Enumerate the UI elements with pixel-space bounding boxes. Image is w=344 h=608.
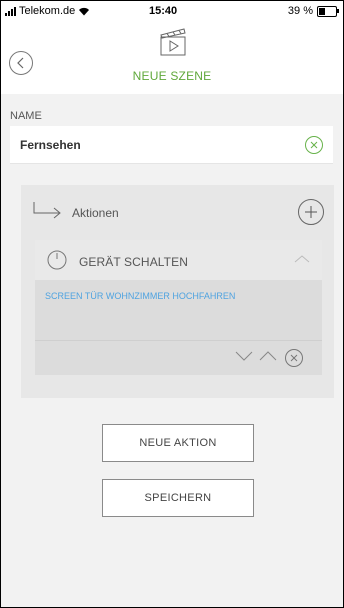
name-label: NAME [10, 110, 42, 122]
new-action-button[interactable]: NEUE AKTION [102, 424, 254, 462]
clear-name-button[interactable] [305, 136, 323, 154]
battery-percent: 39 % [287, 5, 313, 17]
page-title: NEUE SZENE [132, 69, 212, 83]
signal-icon [5, 6, 16, 16]
arrow-right-icon [33, 202, 61, 219]
chevron-up-icon[interactable] [294, 254, 310, 264]
chevron-left-icon [17, 57, 24, 69]
wifi-icon [79, 7, 90, 15]
action-card-header[interactable]: GERÄT SCHALTEN [35, 240, 322, 280]
action-description[interactable]: SCREEN TÜR WOHNZIMMER HOCHFAHREN [45, 290, 245, 303]
actions-header: Aktionen [21, 185, 334, 240]
move-up-icon[interactable] [259, 350, 277, 362]
name-input[interactable]: Fernsehen [10, 126, 333, 164]
carrier-group: Telekom.de [5, 5, 90, 17]
save-button[interactable]: SPEICHERN [102, 479, 254, 517]
plus-icon [305, 206, 317, 218]
close-icon [290, 354, 298, 362]
action-title: GERÄT SCHALTEN [79, 255, 188, 269]
actions-panel: Aktionen GERÄT SCHALTEN SCREEN TÜR WOHNZ… [21, 185, 334, 398]
battery-icon [317, 5, 339, 17]
action-card: GERÄT SCHALTEN SCREEN TÜR WOHNZIMMER HOC… [35, 240, 322, 375]
carrier-name: Telekom.de [19, 5, 76, 17]
move-down-icon[interactable] [235, 350, 253, 362]
actions-label: Aktionen [72, 206, 119, 220]
close-icon [310, 141, 318, 149]
action-controls [35, 340, 322, 376]
battery-group: 39 % [287, 5, 339, 17]
main-content: NAME Fernsehen Aktionen GERÄT SCHALTEN S… [1, 94, 343, 607]
clock: 15:40 [149, 5, 178, 17]
add-action-button[interactable] [298, 199, 324, 225]
clapperboard-play-icon [160, 28, 186, 56]
app-header: NEUE SZENE [1, 21, 343, 91]
power-icon [47, 250, 67, 270]
status-bar: Telekom.de 15:40 39 % [1, 1, 343, 21]
remove-action-button[interactable] [285, 349, 303, 367]
name-value: Fernsehen [20, 138, 81, 152]
